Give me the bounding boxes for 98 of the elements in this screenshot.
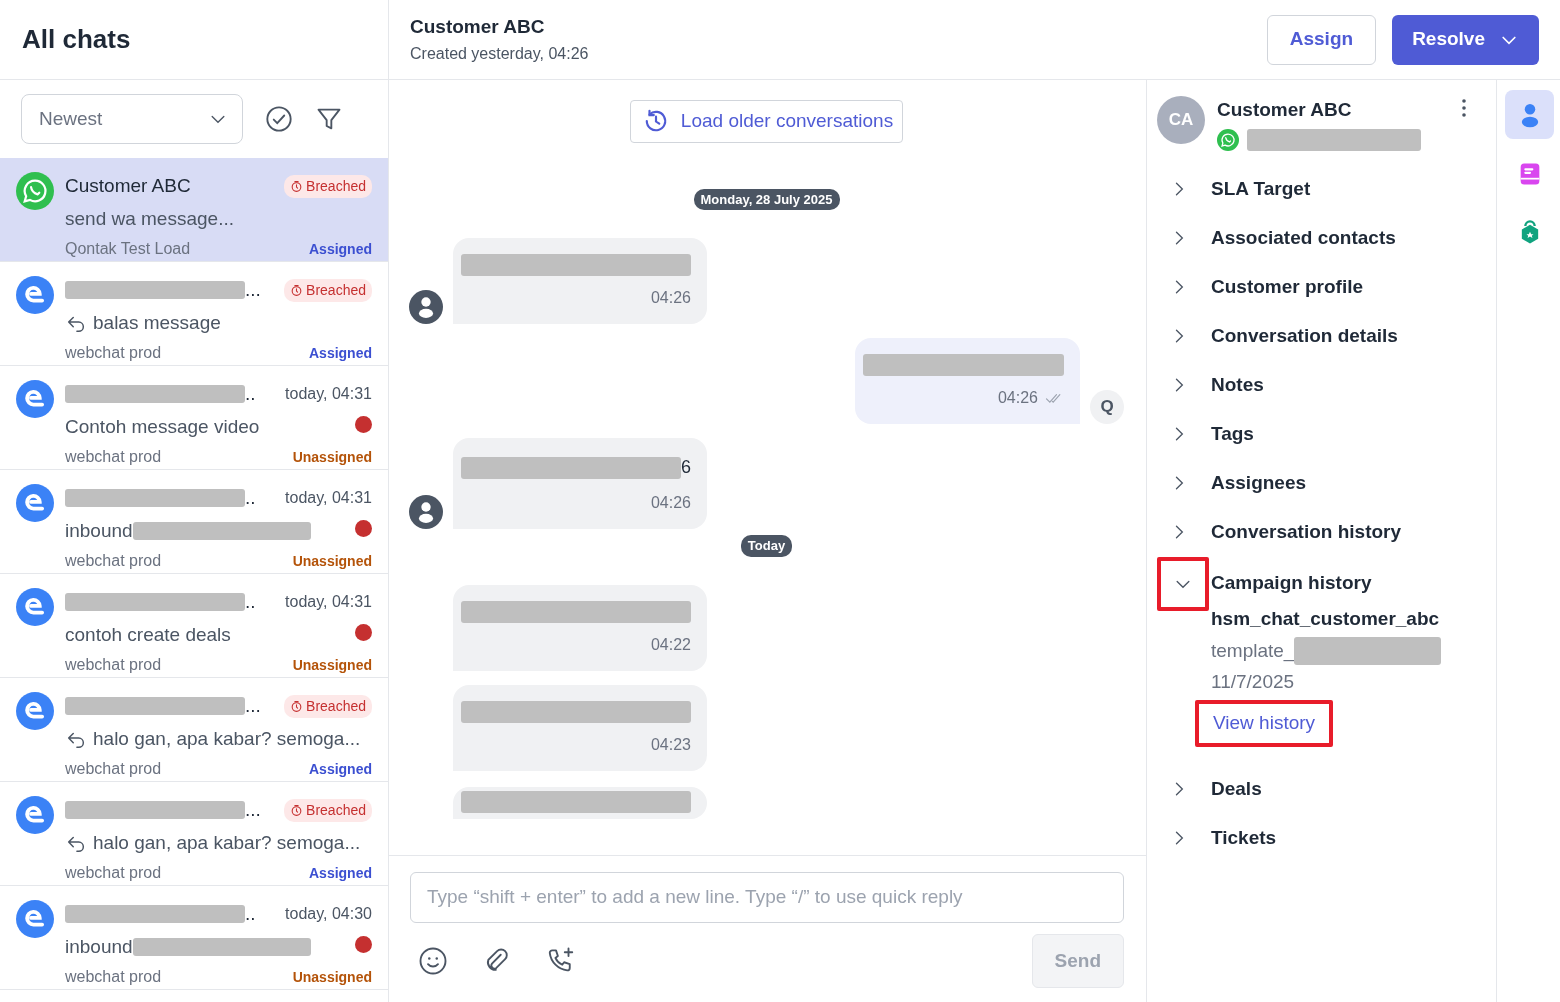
assignment-status: Unassigned (292, 447, 372, 467)
chat-list-item[interactable]: ... Breached halo gan, apa kabar? semoga... webchat prod Assigned (0, 782, 388, 886)
message-preview: send wa message... (65, 206, 234, 231)
assignment-status: Unassigned (292, 655, 372, 675)
inbox-name: webchat prod (65, 655, 162, 675)
side-tab[interactable] (1505, 90, 1554, 139)
contact-name: .. (245, 486, 256, 510)
webchat-icon (16, 380, 54, 418)
message-time: 04:26 (650, 288, 691, 308)
sla-badge: Breached (284, 278, 372, 302)
assignment-status: Unassigned (292, 967, 372, 987)
contact-name: .. (245, 902, 256, 926)
inbox-name: webchat prod (65, 447, 162, 467)
whatsapp-icon (16, 172, 54, 210)
message-preview: Contoh message video (65, 414, 260, 439)
person-avatar-icon (409, 495, 443, 529)
message-preview: balas message (93, 310, 221, 335)
section-header[interactable]: Tags (1157, 409, 1476, 459)
check-circle-icon[interactable] (265, 105, 293, 133)
section-header[interactable]: Tickets (1157, 813, 1476, 863)
assignment-status: Assigned (309, 759, 372, 779)
assignment-status: Assigned (309, 239, 372, 259)
chat-list-item[interactable]: Customer ABC Breached send wa message... Qontak Test Load Assigned (0, 158, 388, 262)
conversation-subtitle: Created yesterday, 04:26 (410, 43, 589, 64)
message-time: 04:26 (997, 388, 1038, 408)
emoji-icon[interactable] (418, 945, 448, 976)
webchat-icon (16, 276, 54, 314)
timer-icon (290, 283, 304, 297)
webchat-icon (16, 900, 54, 938)
conversation-title: Customer ABC (410, 15, 546, 40)
person-avatar-icon (409, 290, 443, 324)
agent-avatar: Q (1090, 390, 1124, 424)
assignment-status: Unassigned (292, 551, 372, 571)
contact-name: ... (245, 278, 261, 302)
timer-icon (290, 803, 304, 817)
contact-name: .. (245, 382, 256, 406)
message-text: 6 (681, 456, 691, 479)
timestamp: today, 04:31 (285, 384, 372, 405)
contact-name: .. (245, 590, 256, 614)
chat-list-item[interactable]: .. today, 04:31 Contoh message video webchat prod Unassigned (0, 366, 388, 470)
sla-badge: Breached (284, 694, 372, 718)
section-header[interactable]: Associated contacts (1157, 213, 1476, 263)
inbox-name: webchat prod (65, 863, 162, 883)
message-time: 04:23 (650, 734, 691, 755)
view-history-link[interactable]: View history (1195, 700, 1334, 747)
page-title: All chats (22, 23, 131, 56)
section-header[interactable]: Assignees (1157, 458, 1476, 508)
message-time: 04:22 (650, 634, 691, 655)
inbox-name: webchat prod (65, 967, 162, 987)
webchat-icon (16, 692, 54, 730)
load-older-button[interactable]: Load older conversations (629, 100, 904, 143)
webchat-icon (16, 484, 54, 522)
sla-badge: Breached (284, 174, 372, 198)
message-preview: inbound (65, 518, 133, 543)
inbox-name: Qontak Test Load (65, 239, 191, 259)
template-name: template_ (1211, 639, 1295, 664)
inbox-name: webchat prod (65, 759, 162, 779)
chat-list-item[interactable]: ... Breached balas message webchat prod Assigned (0, 262, 388, 366)
date-separator: Monday, 28 July 2025 (693, 188, 840, 210)
contact-name: ... (245, 694, 261, 718)
contact-name: Customer ABC (1217, 98, 1353, 122)
section-header[interactable]: Conversation details (1157, 311, 1476, 361)
section-header[interactable]: Deals (1157, 764, 1476, 814)
chat-list-item[interactable]: .. today, 04:30 inbound webchat prod Unassigned (0, 886, 388, 990)
timer-icon (290, 179, 304, 193)
message-time: 04:26 (650, 493, 691, 513)
inbox-name: webchat prod (65, 551, 162, 571)
timestamp: today, 04:30 (285, 904, 372, 925)
webchat-icon (16, 588, 54, 626)
resolve-button[interactable]: Resolve (1392, 14, 1539, 65)
message-input-field[interactable]: Type “shift + enter” to add a new line. Type “/” to use quick reply (410, 871, 1124, 923)
message-preview: halo gan, apa kabar? semoga... (93, 726, 361, 751)
section-header[interactable]: SLA Target (1157, 164, 1476, 214)
webchat-icon (16, 796, 54, 834)
section-header[interactable]: Conversation history (1157, 507, 1476, 557)
section-header[interactable]: Notes (1157, 360, 1476, 410)
message-preview: inbound (65, 934, 133, 959)
contact-avatar: CA (1157, 96, 1205, 144)
chat-list-item[interactable]: ... Breached halo gan, apa kabar? semoga... webchat prod Assigned (0, 678, 388, 782)
sort-dropdown[interactable]: Newest (21, 94, 243, 144)
message-preview: halo gan, apa kabar? semoga... (93, 830, 361, 855)
date-separator: Today (740, 535, 793, 557)
assign-button[interactable]: Assign (1266, 14, 1377, 65)
timestamp: today, 04:31 (285, 592, 372, 613)
message-preview: contoh create deals (65, 622, 231, 647)
whatsapp-icon (1217, 128, 1239, 151)
contact-name: Customer ABC (65, 174, 191, 198)
sla-badge: Breached (284, 798, 372, 822)
chat-list-item[interactable]: .. today, 04:31 contoh create deals webchat prod Unassigned (0, 574, 388, 678)
assignment-status: Assigned (309, 863, 372, 883)
timer-icon (290, 699, 304, 713)
chat-list-item[interactable]: .. today, 04:31 inbound webchat prod Unassigned (0, 470, 388, 574)
campaign-date: 11/7/2025 (1211, 669, 1296, 694)
contact-name: ... (245, 798, 261, 822)
timestamp: today, 04:31 (285, 488, 372, 509)
inbox-name: webchat prod (65, 343, 162, 363)
assignment-status: Assigned (309, 343, 372, 363)
section-header[interactable]: Customer profile (1157, 262, 1476, 312)
